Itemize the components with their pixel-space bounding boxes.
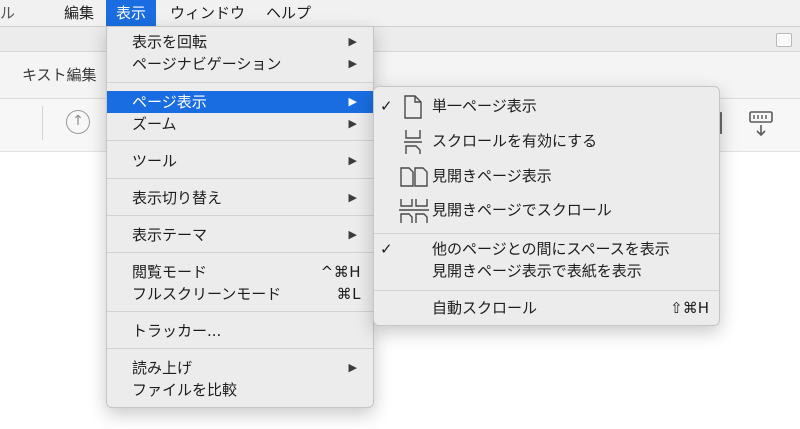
menu-item-tracker[interactable]: トラッカー...: [107, 320, 373, 342]
menu-separator: [107, 140, 373, 141]
tab-title[interactable]: キスト編集: [22, 64, 97, 85]
submenu-item-label: 見開きページでスクロール: [432, 201, 612, 219]
submenu-arrow-icon: ▶: [348, 35, 357, 48]
submenu-arrow-icon: ▶: [348, 117, 357, 130]
download-icon[interactable]: [744, 108, 778, 140]
menubar-item-window[interactable]: ウィンドウ: [162, 0, 253, 26]
submenu-item-label: 他のページとの間にスペースを表示: [432, 240, 670, 258]
submenu-arrow-icon: ▶: [348, 191, 357, 204]
submenu-arrow-icon: ▶: [348, 228, 357, 241]
menu-separator: [374, 233, 719, 234]
menu-item-label: ページ表示: [132, 93, 207, 111]
submenu-item-auto-scroll[interactable]: 自動スクロール ⇧⌘H: [374, 297, 719, 319]
menu-bar: ル 編集 表示 ウィンドウ ヘルプ: [0, 0, 800, 27]
two-page-icon: [400, 167, 428, 187]
menu-separator: [107, 82, 373, 83]
menu-shortcut: ⌘L: [336, 285, 361, 303]
menu-item-read-aloud[interactable]: 読み上げ ▶: [107, 357, 373, 379]
checkmark-icon: ✓: [380, 97, 393, 115]
menu-item-label: ズーム: [132, 115, 177, 133]
menu-item-label: ツール: [132, 152, 178, 170]
menu-item-tools[interactable]: ツール ▶: [107, 150, 373, 172]
menu-separator: [107, 252, 373, 253]
menu-item-zoom[interactable]: ズーム ▶: [107, 113, 373, 135]
scroll-pages-icon: [404, 130, 422, 154]
submenu-item-label: スクロールを有効にする: [432, 132, 598, 150]
menu-item-label: ファイルを比較: [132, 381, 238, 399]
menu-item-toggle-view[interactable]: 表示切り替え ▶: [107, 187, 373, 209]
submenu-item-label: 見開きページ表示で表紙を表示: [432, 262, 642, 280]
menu-item-label: トラッカー...: [132, 322, 222, 340]
toolbar-divider: [42, 106, 43, 140]
menu-item-rotate[interactable]: 表示を回転 ▶: [107, 31, 373, 53]
menu-item-compare-files[interactable]: ファイルを比較: [107, 379, 373, 401]
menu-separator: [107, 311, 373, 312]
view-menu: 表示を回転 ▶ ページナビゲーション ▶ ページ表示 ▶ ズーム ▶ ツール ▶…: [106, 26, 374, 408]
menu-separator: [107, 215, 373, 216]
menu-separator: [107, 178, 373, 179]
submenu-item-page-spacing[interactable]: ✓ 他のページとの間にスペースを表示: [374, 238, 719, 260]
submenu-item-label: 単一ページ表示: [432, 97, 537, 115]
submenu-arrow-icon: ▶: [348, 95, 357, 108]
submenu-arrow-icon: ▶: [348, 361, 357, 374]
submenu-item-show-cover[interactable]: 見開きページ表示で表紙を表示: [374, 260, 719, 282]
menu-item-label: 表示切り替え: [132, 189, 223, 207]
submenu-item-enable-scroll[interactable]: スクロールを有効にする: [374, 124, 719, 158]
submenu-item-single-page[interactable]: ✓ 単一ページ表示: [374, 89, 719, 123]
single-page-icon: [404, 95, 422, 119]
menubar-item-partial[interactable]: ル: [0, 0, 16, 26]
submenu-item-two-page-scroll[interactable]: 見開きページでスクロール: [374, 193, 719, 227]
menu-separator: [374, 290, 719, 291]
menu-separator: [107, 348, 373, 349]
menu-shortcut: ⇧⌘H: [670, 299, 709, 317]
menu-item-label: 閲覧モード: [132, 263, 208, 281]
menu-item-fullscreen[interactable]: フルスクリーンモード ⌘L: [107, 283, 373, 305]
menubar-item-view[interactable]: 表示: [106, 0, 156, 26]
menubar-item-edit[interactable]: 編集: [56, 0, 102, 26]
window-corner-icon: [776, 33, 792, 47]
checkmark-icon: ✓: [380, 240, 393, 258]
menu-item-label: ページナビゲーション: [132, 55, 282, 73]
submenu-arrow-icon: ▶: [348, 154, 357, 167]
submenu-item-two-page[interactable]: 見開きページ表示: [374, 159, 719, 193]
menu-item-label: 表示テーマ: [132, 226, 208, 244]
page-display-submenu: ✓ 単一ページ表示 スクロールを有効にする 見開きページ表示 見開きページでスク…: [373, 86, 720, 326]
submenu-item-label: 自動スクロール: [432, 299, 538, 317]
menu-item-page-navigation[interactable]: ページナビゲーション ▶: [107, 53, 373, 75]
menu-item-theme[interactable]: 表示テーマ ▶: [107, 224, 373, 246]
menu-shortcut: ^⌘H: [320, 263, 361, 281]
two-page-scroll-icon: [399, 199, 429, 223]
menu-item-page-display[interactable]: ページ表示 ▶: [107, 91, 373, 113]
menu-item-reading-mode[interactable]: 閲覧モード ^⌘H: [107, 261, 373, 283]
menu-item-label: フルスクリーンモード: [132, 285, 282, 303]
menubar-item-help[interactable]: ヘルプ: [258, 0, 319, 26]
submenu-arrow-icon: ▶: [348, 57, 357, 70]
menu-item-label: 表示を回転: [132, 33, 208, 51]
menu-item-label: 読み上げ: [132, 359, 193, 377]
up-arrow-icon[interactable]: ↑: [66, 110, 90, 134]
submenu-item-label: 見開きページ表示: [432, 167, 552, 185]
